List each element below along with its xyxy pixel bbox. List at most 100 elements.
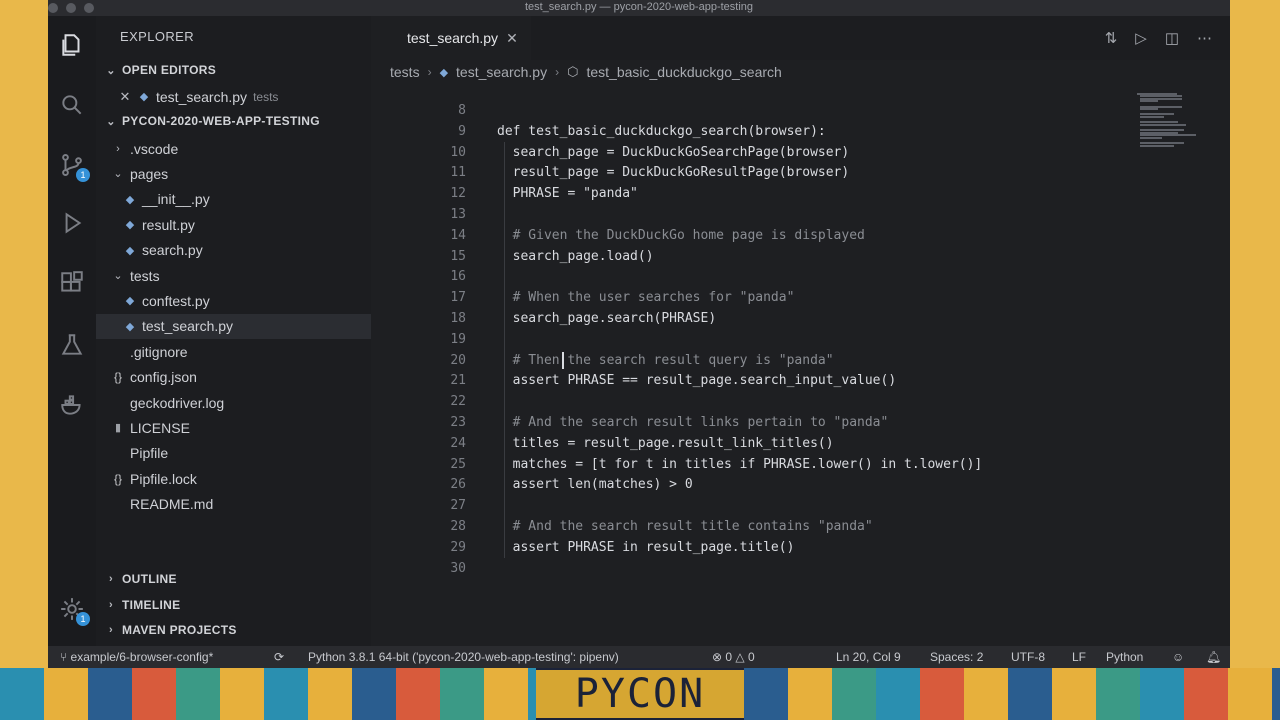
run-icon[interactable]: ▷ <box>1135 29 1147 47</box>
tree-item-label: __init__.py <box>142 191 210 208</box>
pycon-logo: PYCON 2020 <box>536 670 744 720</box>
minimap[interactable] <box>1137 90 1197 150</box>
branch-status[interactable]: ⑂ example/6-browser-config* <box>60 650 213 664</box>
tree-item-label: Pipfile <box>130 445 169 462</box>
code-line: 10 search_page = DuckDuckGoSearchPage(br… <box>371 142 1131 163</box>
tree-item[interactable]: ◆ result.py <box>96 212 371 237</box>
tree-item-label: test_search.py <box>142 318 234 335</box>
tab-test-search[interactable]: test_search.py ✕ <box>371 16 531 60</box>
chevron-right-icon: › <box>109 624 113 636</box>
tree-item[interactable]: {} Pipfile.lock <box>96 466 371 491</box>
pycon-banner: PYCON 2020 <box>0 668 1280 720</box>
breadcrumb-folder[interactable]: tests <box>390 64 420 80</box>
tree-item[interactable]: ◆ search.py <box>96 238 371 263</box>
code-text: titles = result_page.result_link_titles(… <box>497 435 834 451</box>
settings-gear-icon[interactable]: 1 <box>57 594 90 626</box>
line-number: 20 <box>450 352 466 368</box>
line-number: 30 <box>450 560 466 576</box>
code-line: 11 result_page = DuckDuckGoResultPage(br… <box>371 162 1131 183</box>
indentation-status[interactable]: Spaces: 2 <box>930 650 983 664</box>
tree-item[interactable]: README.md <box>96 492 371 517</box>
line-number: 17 <box>450 290 466 306</box>
json-file-icon: {} <box>113 370 122 385</box>
tree-item[interactable]: ▮ LICENSE <box>96 415 371 440</box>
chevron-down-icon: ⌄ <box>106 115 116 128</box>
more-actions-icon[interactable]: ⋯ <box>1197 29 1212 47</box>
timeline-label: TIMELINE <box>122 598 181 612</box>
tree-item[interactable]: ⌄ tests <box>96 263 371 288</box>
source-control-icon[interactable]: 1 <box>57 150 90 182</box>
breadcrumb-file[interactable]: test_search.py <box>456 64 547 80</box>
line-number: 26 <box>450 477 466 493</box>
python-file-icon: ◆ <box>125 244 135 257</box>
settings-badge: 1 <box>76 612 90 626</box>
close-icon[interactable]: ✕ <box>506 30 518 47</box>
tree-item-label: geckodriver.log <box>130 394 225 411</box>
project-section[interactable]: ⌄ PYCON-2020-WEB-APP-TESTING <box>104 114 320 128</box>
license-file-icon: ▮ <box>114 422 122 435</box>
chevron-down-icon: ⌄ <box>106 64 116 77</box>
tree-item-label: config.json <box>130 369 197 386</box>
line-number: 19 <box>450 331 466 347</box>
code-line: 9 def test_basic_duckduckgo_search(browse… <box>371 121 1131 142</box>
chevron-right-icon: › <box>109 599 113 611</box>
extensions-icon[interactable] <box>57 268 87 298</box>
explorer-icon[interactable] <box>57 30 87 60</box>
compare-changes-icon[interactable]: ⇅ <box>1105 29 1118 47</box>
language-mode[interactable]: Python <box>1106 650 1143 664</box>
tree-item[interactable]: .gitignore <box>96 339 371 364</box>
code-text: PHRASE = "panda" <box>497 186 638 202</box>
sync-icon[interactable]: ⟳ <box>274 650 284 664</box>
cursor-position[interactable]: Ln 20, Col 9 <box>836 650 901 664</box>
chevron-right-icon: › <box>109 573 113 585</box>
timeline-section[interactable]: › TIMELINE <box>104 598 180 612</box>
problems-status[interactable]: ⊗ 0 △ 0 <box>712 650 755 664</box>
line-number: 15 <box>450 248 466 264</box>
code-comment: # And the search result title contains "… <box>497 519 873 534</box>
outline-section[interactable]: › OUTLINE <box>104 572 177 586</box>
python-interpreter[interactable]: Python 3.8.1 64-bit ('pycon-2020-web-app… <box>308 650 619 664</box>
testing-icon[interactable] <box>57 330 87 360</box>
code-line: 19 <box>371 329 1131 350</box>
line-number: 13 <box>450 207 466 222</box>
code-line: 23 # And the search result links pertain… <box>371 412 1131 433</box>
maven-projects-section[interactable]: › MAVEN PROJECTS <box>104 623 237 637</box>
code-line: 28 # And the search result title contain… <box>371 516 1131 537</box>
search-icon[interactable] <box>57 90 87 120</box>
eol-status[interactable]: LF <box>1072 650 1086 664</box>
branch-name: example/6-browser-config* <box>70 650 214 664</box>
breadcrumb-symbol[interactable]: test_basic_duckduckgo_search <box>586 64 781 80</box>
code-text: result_page = DuckDuckGoResultPage(brows… <box>497 165 850 181</box>
feedback-icon[interactable]: ☺ <box>1172 650 1184 664</box>
code-text: def test_basic_duckduckgo_search(browser… <box>497 123 826 139</box>
line-number: 24 <box>450 435 466 451</box>
code-line: 21 assert PHRASE == result_page.search_i… <box>371 370 1131 391</box>
open-editor-item[interactable]: ✕ ◆ test_search.py tests <box>96 84 371 109</box>
run-debug-icon[interactable] <box>57 208 87 238</box>
encoding-status[interactable]: UTF-8 <box>1011 650 1045 664</box>
tree-item[interactable]: geckodriver.log <box>96 390 371 415</box>
python-file-icon: ◆ <box>125 320 135 333</box>
code-line: 18 search_page.search(PHRASE) <box>371 308 1131 329</box>
code-line: 22 <box>371 391 1131 412</box>
tree-item[interactable]: Pipfile <box>96 441 371 466</box>
docker-icon[interactable] <box>57 390 87 420</box>
chevron-right-icon: › <box>555 65 560 79</box>
tree-item[interactable]: ⌄ pages <box>96 161 371 186</box>
tree-item-label: conftest.py <box>142 292 210 309</box>
split-editor-icon[interactable]: ◫ <box>1165 29 1179 47</box>
tree-item[interactable]: {} config.json <box>96 365 371 390</box>
line-number: 8 <box>458 103 466 118</box>
tree-item[interactable]: › .vscode <box>96 136 371 161</box>
tree-item[interactable]: ◆ conftest.py <box>96 288 371 313</box>
notifications-bell-icon[interactable]: 🔔︎ <box>1206 650 1221 664</box>
tree-item[interactable]: ◆ test_search.py <box>96 313 371 339</box>
tree-item[interactable]: ◆ __init__.py <box>96 187 371 212</box>
code-comment: # Then the search result query is "panda… <box>497 352 834 368</box>
tree-item-label: tests <box>130 267 160 284</box>
close-icon[interactable]: ✕ <box>114 89 136 105</box>
banner-pattern-left <box>0 668 536 720</box>
banner-pattern-right <box>744 668 1280 720</box>
line-number: 12 <box>450 186 466 202</box>
open-editors-section[interactable]: ⌄ OPEN EDITORS <box>104 63 216 77</box>
